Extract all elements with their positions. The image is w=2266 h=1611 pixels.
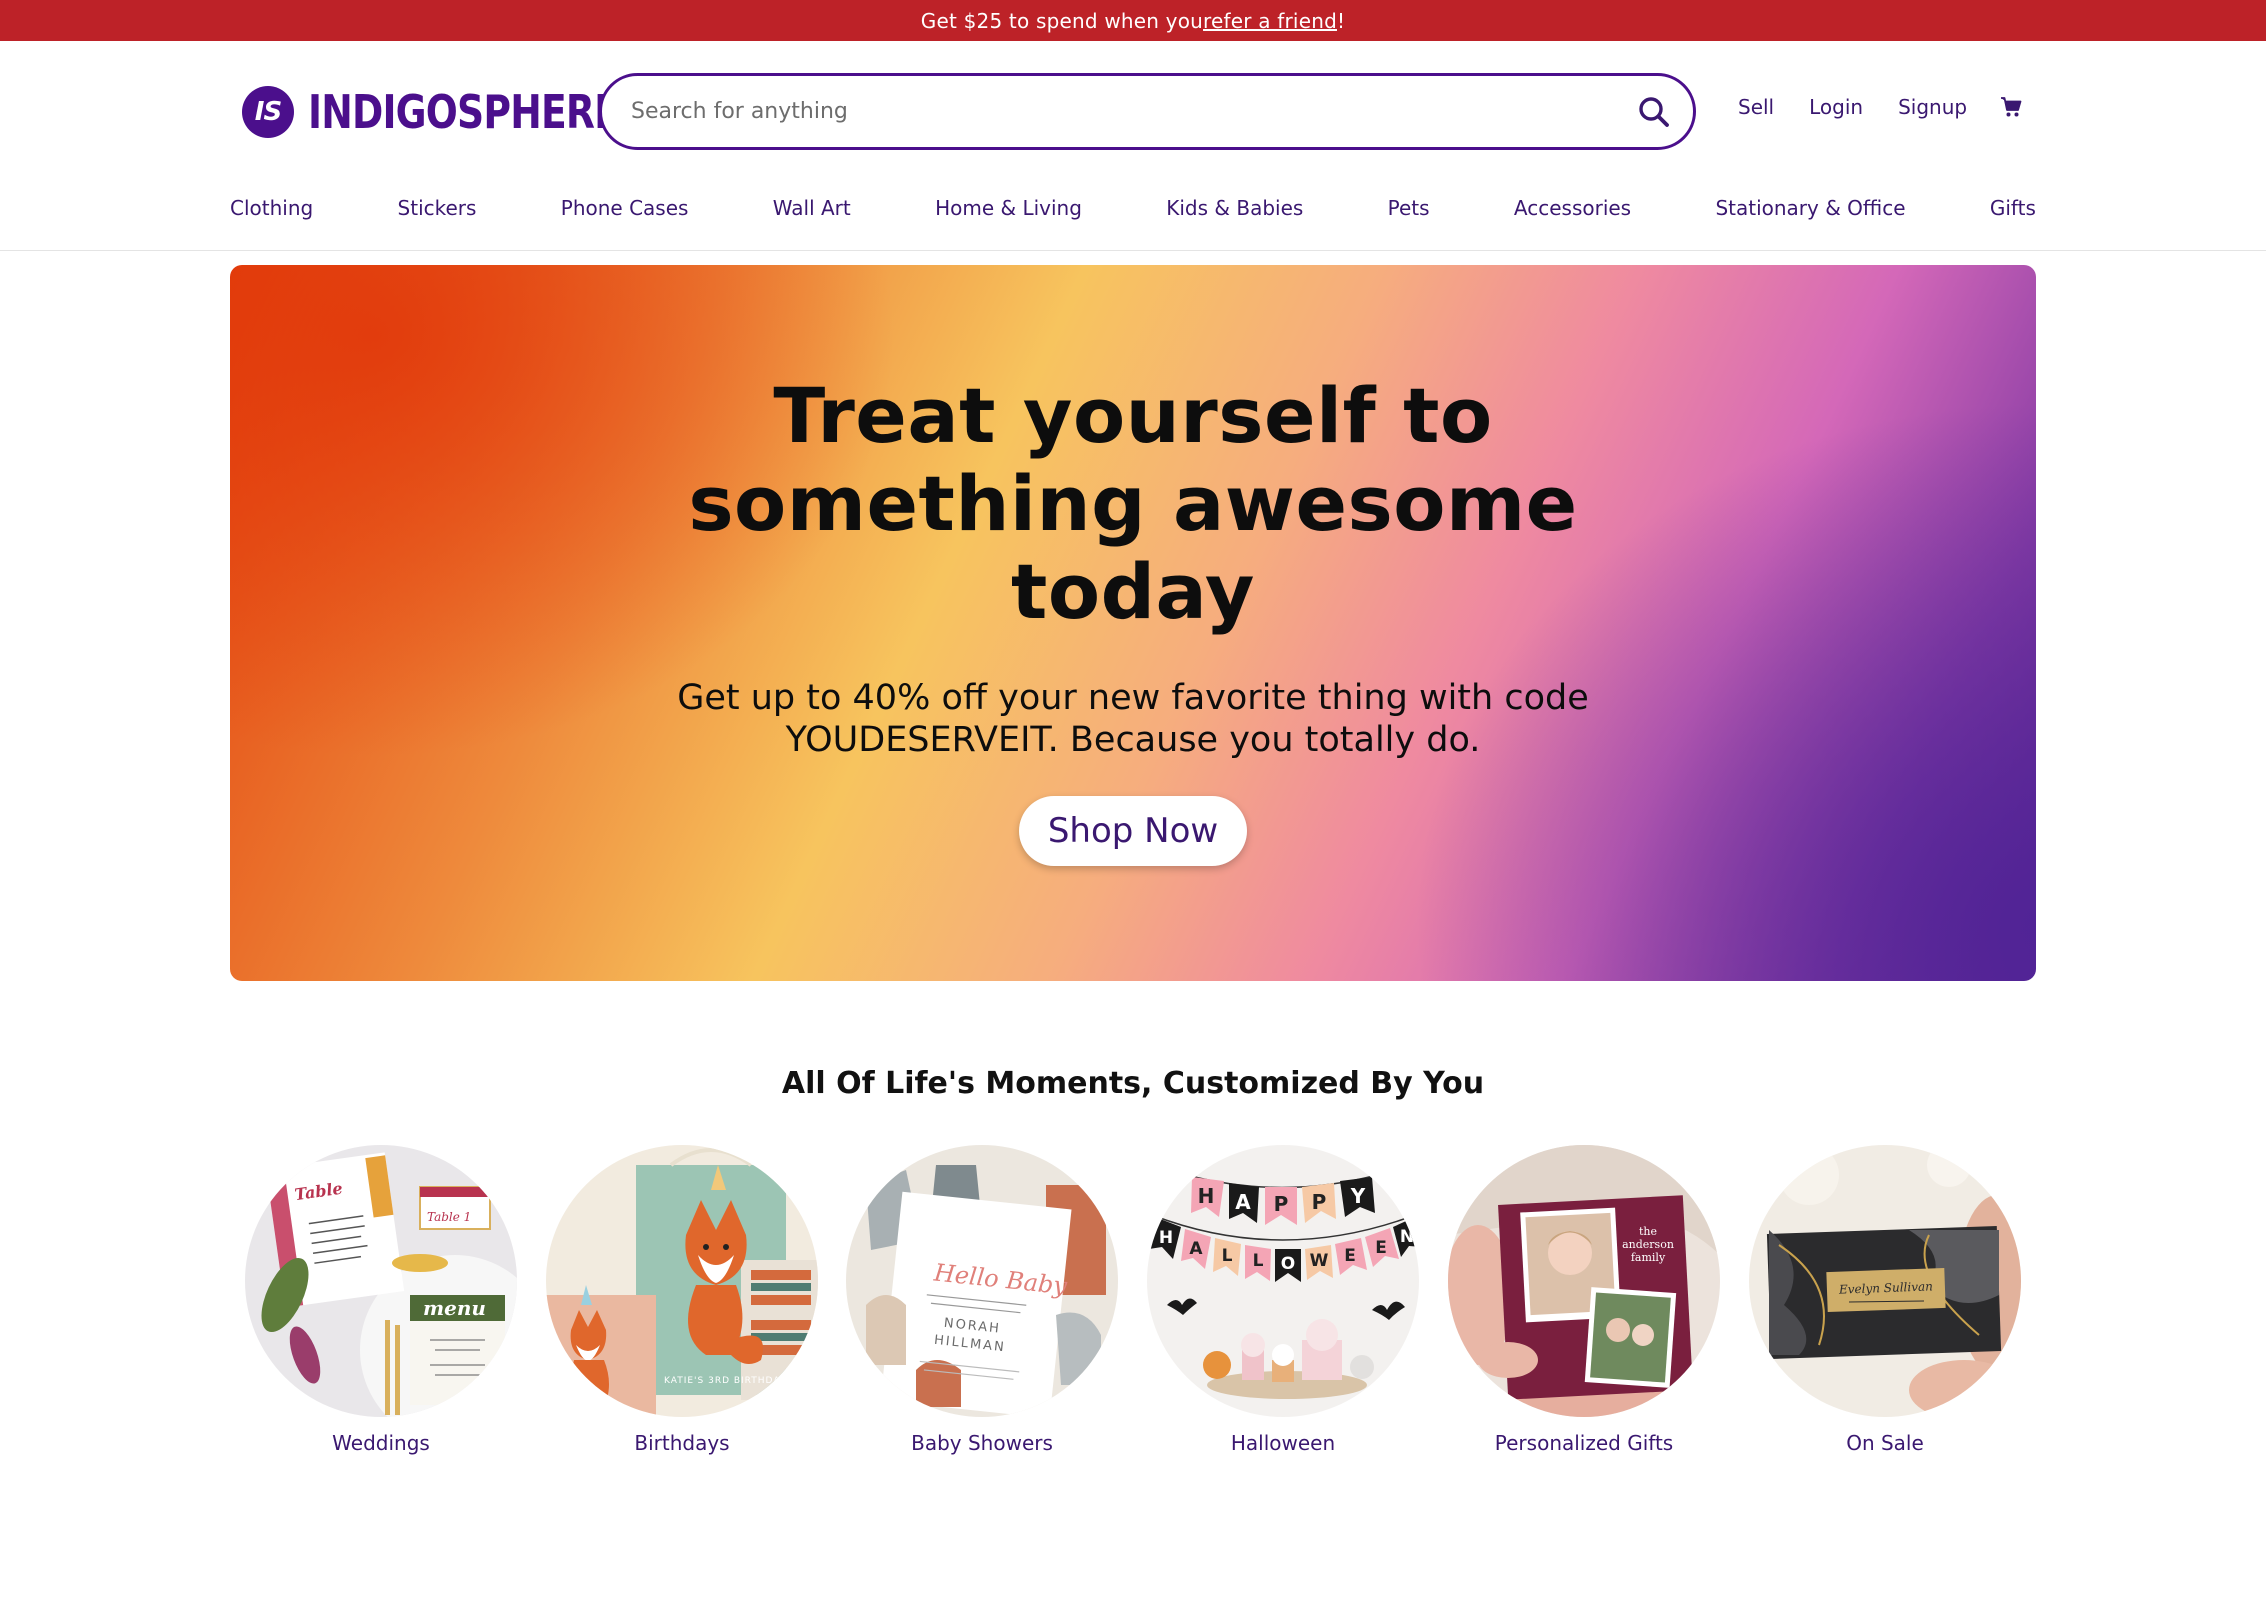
moment-baby-showers[interactable]: Hello Baby NORAH HILLMAN Baby Showers (846, 1145, 1118, 1455)
banner-letter: O (1281, 1254, 1295, 1274)
moment-label: Birthdays (634, 1431, 730, 1455)
search-button[interactable] (1619, 77, 1689, 147)
banner-letter: P (1312, 1190, 1327, 1214)
banner-letter: L (1222, 1246, 1233, 1266)
shop-now-button[interactable]: Shop Now (1019, 796, 1247, 866)
logo-text: INDIGOSPHERE (308, 85, 620, 139)
moment-birthdays[interactable]: KATIE'S 3RD BIRTHDAY Birthdays (546, 1145, 818, 1455)
gift-card-line: the (1639, 1225, 1657, 1238)
hero-title: Treat yourself to something awesome toda… (230, 372, 2036, 636)
banner-letter: P (1274, 1192, 1289, 1216)
nav-kids-babies[interactable]: Kids & Babies (1166, 196, 1303, 220)
banner-letter: L (1253, 1251, 1264, 1271)
hero-subtitle-line: Get up to 40% off your new favorite thin… (677, 678, 1589, 718)
nav-clothing[interactable]: Clothing (230, 196, 313, 220)
search-bar (599, 73, 1696, 150)
banner-letter: W (1310, 1251, 1329, 1271)
hero-banner: Treat yourself to something awesome toda… (230, 265, 2036, 981)
nav-phone-cases[interactable]: Phone Cases (561, 196, 689, 220)
moment-weddings[interactable]: Table Table 1 menu Weddings (245, 1145, 517, 1455)
hero-title-line: something awesome (688, 459, 1578, 548)
halloween-banner-image: H A P P Y H A L L O W E E N (1147, 1145, 1419, 1417)
hero-subtitle-line: YOUDESERVEIT. Because you totally do. (785, 720, 1481, 760)
header-links: Sell Login Signup (1738, 95, 2022, 119)
moment-label: Weddings (332, 1431, 430, 1455)
banner-letter: E (1375, 1238, 1387, 1258)
banner-letter: A (1235, 1190, 1251, 1214)
promo-suffix: ! (1336, 8, 1346, 33)
moments-title: All Of Life's Moments, Customized By You (781, 1066, 1485, 1101)
gift-card-line: anderson (1622, 1238, 1674, 1251)
moment-label: Halloween (1230, 1431, 1336, 1455)
nav-home-living[interactable]: Home & Living (935, 196, 1082, 220)
banner-letter: N (1400, 1227, 1414, 1247)
hero-subtitle: Get up to 40% off your new favorite thin… (230, 677, 2036, 761)
logo-mark-icon: IS (242, 86, 294, 138)
gift-card-line: family (1631, 1251, 1666, 1264)
svg-text:Table 1: Table 1 (427, 1210, 471, 1224)
photo-card-image: the anderson family (1448, 1145, 1720, 1417)
category-nav: Clothing Stickers Phone Cases Wall Art H… (230, 196, 2036, 220)
nav-wall-art[interactable]: Wall Art (773, 196, 851, 220)
search-icon (1639, 96, 1669, 127)
signup-link[interactable]: Signup (1898, 95, 1967, 119)
nav-divider (0, 250, 2266, 251)
sell-link[interactable]: Sell (1738, 95, 1774, 119)
promo-bar: Get $25 to spend when you refer a friend… (0, 0, 2266, 41)
wedding-stationery-image: Table Table 1 menu (245, 1145, 517, 1417)
banner-letter: A (1189, 1239, 1203, 1259)
search-input[interactable] (602, 99, 1619, 124)
refer-friend-link[interactable]: refer a friend (1203, 9, 1337, 33)
moment-label: Baby Showers (911, 1431, 1053, 1455)
business-card-image: Evelyn Sullivan (1749, 1145, 2021, 1417)
banner-letter: E (1344, 1246, 1356, 1266)
birthday-card-text: KATIE'S 3RD BIRTHDAY (664, 1376, 786, 1386)
banner-letter: Y (1350, 1184, 1366, 1208)
cart-icon (2001, 97, 2022, 117)
moment-on-sale[interactable]: Evelyn Sullivan On Sale (1749, 1145, 2021, 1455)
hero-title-line: Treat yourself to (773, 371, 1493, 460)
nav-accessories[interactable]: Accessories (1514, 196, 1631, 220)
nav-stickers[interactable]: Stickers (398, 196, 477, 220)
moment-personalized-gifts[interactable]: the anderson family Personalized Gifts (1448, 1145, 1720, 1455)
moment-label: On Sale (1846, 1431, 1924, 1455)
moment-label: Personalized Gifts (1494, 1431, 1674, 1455)
nav-gifts[interactable]: Gifts (1990, 196, 2036, 220)
baby-shower-invite-image: Hello Baby NORAH HILLMAN (846, 1145, 1118, 1417)
moment-halloween[interactable]: H A P P Y H A L L O W E E N Halloween (1147, 1145, 1419, 1455)
banner-letter: H (1159, 1228, 1173, 1248)
promo-text: Get $25 to spend when you (920, 8, 1204, 33)
login-link[interactable]: Login (1809, 95, 1863, 119)
fox-birthday-image: KATIE'S 3RD BIRTHDAY (546, 1145, 818, 1417)
nav-stationary-office[interactable]: Stationary & Office (1715, 196, 1905, 220)
wedding-menu-text: menu (423, 1296, 486, 1320)
hero-title-line: today (1011, 547, 1255, 636)
banner-letter: H (1198, 1184, 1215, 1208)
cart-button[interactable] (2000, 96, 2022, 118)
nav-pets[interactable]: Pets (1388, 196, 1430, 220)
